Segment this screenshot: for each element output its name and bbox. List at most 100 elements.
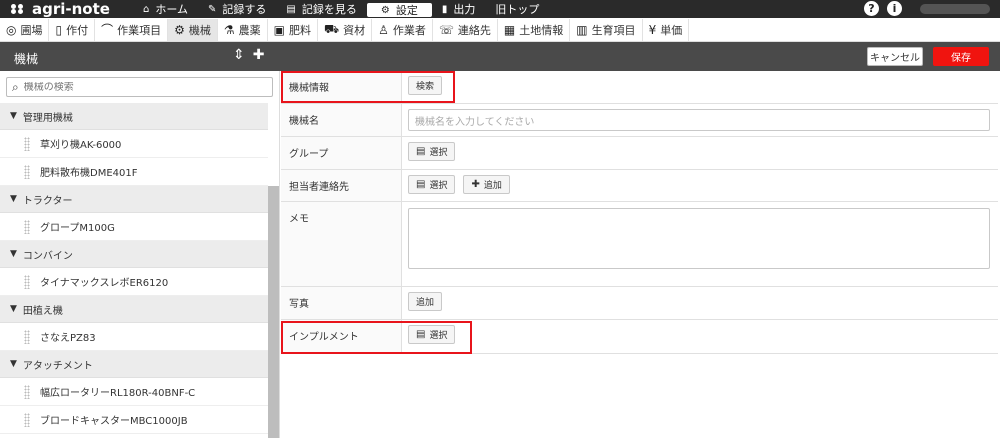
topnav-record[interactable]: ✎ 記録する <box>198 0 276 18</box>
user-menu[interactable] <box>920 3 990 14</box>
machine-sidebar: ⌕ ▼管理用機械 草刈り機AK-6000 肥料散布機DME401F ▼トラクター… <box>0 71 280 438</box>
drag-handle-icon[interactable] <box>24 274 30 289</box>
contact-icon: ☏ <box>438 22 454 37</box>
map-pin-icon: ◎ <box>6 22 17 37</box>
plus-icon: ✚ <box>471 179 480 190</box>
row-group: グループ ▤ 選択 <box>281 137 998 170</box>
row-machine-name: 機械名 機械名を入力してください <box>281 104 998 137</box>
drag-handle-icon[interactable] <box>24 329 30 344</box>
page-title: 機械 <box>14 52 39 66</box>
drag-handle-icon[interactable] <box>24 219 30 234</box>
topnav-output[interactable]: ▮ 出力 <box>432 0 486 18</box>
label-contact: 担当者連絡先 <box>281 170 402 201</box>
tree-group[interactable]: ▼ 田植え機 <box>0 296 268 323</box>
machine-name-field[interactable]: 機械名を入力してください <box>408 109 990 131</box>
machine-icon: ⚙ <box>174 22 185 37</box>
list-icon: ▤ <box>416 179 426 190</box>
highlight-implement <box>281 321 472 354</box>
subnav-growth-items[interactable]: ▥ 生育項目 <box>570 18 643 41</box>
logo-icon <box>10 3 26 15</box>
subnav-workers[interactable]: ♙ 作業者 <box>372 18 433 41</box>
document-icon: ▤ <box>286 3 296 15</box>
subnav-land-info[interactable]: ▦ 土地情報 <box>498 18 571 41</box>
reorder-icon[interactable]: ⇕ <box>233 47 245 63</box>
subnav-unit-price[interactable]: ¥ 単価 <box>643 18 690 41</box>
yen-icon: ¥ <box>648 22 657 37</box>
tree-group[interactable]: ▼ アタッチメント <box>0 351 268 378</box>
topnav-settings[interactable]: ⚙ 設定 <box>366 3 432 17</box>
list-icon: ▤ <box>416 146 426 157</box>
label-machine-name: 機械名 <box>281 104 402 136</box>
row-photo: 写真 追加 <box>281 287 998 320</box>
crop-icon: ▯ <box>55 22 63 37</box>
caret-down-icon: ▼ <box>10 194 17 204</box>
subnav-contacts[interactable]: ☏ 連絡先 <box>433 18 498 41</box>
top-bar: agri-note ⌂ ホーム ✎ 記録する ▤ 記録を見る ⚙ 設定 ▮ 出力 旧トップ… <box>0 0 1000 18</box>
subnav-work-items[interactable]: ⌒ 作業項目 <box>95 18 169 41</box>
caret-down-icon: ▼ <box>10 249 17 259</box>
group-select-button[interactable]: ▤ 選択 <box>408 142 456 161</box>
subnav-pesticide[interactable]: ⚗ 農薬 <box>218 18 268 41</box>
gear-icon: ⚙ <box>380 4 390 16</box>
pencil-icon: ✎ <box>208 3 217 15</box>
save-button[interactable]: 保存 <box>933 47 989 66</box>
help-icon[interactable]: ? <box>864 1 879 16</box>
growth-icon: ▥ <box>576 22 588 37</box>
info-icon[interactable]: i <box>887 1 902 16</box>
cancel-button[interactable]: キャンセル <box>867 47 923 66</box>
tree-item[interactable]: 幅広ロータリーRL180R-40BNF-C <box>0 378 268 406</box>
sidebar-scrollbar[interactable] <box>268 186 279 438</box>
settings-subnav: ◎ 圃場 ▯ 作付 ⌒ 作業項目 ⚙ 機械 ⚗ 農薬 ▣ 肥料 ⛟ 資材 ♙ 作業者 ☏ 連絡先 … <box>0 18 1000 42</box>
subnav-fertilizer[interactable]: ▣ 肥料 <box>268 18 318 41</box>
tree-group[interactable]: ▼ トラクター <box>0 186 268 213</box>
npk-icon: ▣ <box>273 22 285 37</box>
tree-group[interactable]: ▼ コンバイン <box>0 241 268 268</box>
topnav-view-records[interactable]: ▤ 記録を見る <box>276 0 366 18</box>
tree-item[interactable]: 肥料散布機DME401F <box>0 158 268 186</box>
label-photo: 写真 <box>281 287 402 319</box>
wheelbarrow-icon: ⛟ <box>323 21 340 36</box>
page-header: 機械 ⇕ ✚ キャンセル 保存 <box>0 42 1000 71</box>
flask-icon: ⚗ <box>223 22 235 37</box>
search-input[interactable] <box>23 81 254 93</box>
file-icon: ▮ <box>441 3 448 15</box>
house-icon: ⌂ <box>143 3 150 15</box>
photo-add-button[interactable]: 追加 <box>408 292 443 311</box>
drag-handle-icon[interactable] <box>24 164 30 179</box>
contact-select-button[interactable]: ▤ 選択 <box>408 175 456 194</box>
memo-textarea[interactable] <box>408 208 990 269</box>
sickle-icon: ⌒ <box>101 23 114 37</box>
tree-group[interactable]: ▼ 管理用機械 <box>0 103 268 130</box>
caret-down-icon: ▼ <box>10 304 17 314</box>
highlight-machine-info <box>281 71 455 103</box>
subnav-field[interactable]: ◎ 圃場 <box>0 18 50 41</box>
add-icon[interactable]: ✚ <box>253 47 265 63</box>
drag-handle-icon[interactable] <box>24 136 30 151</box>
subnav-machine[interactable]: ⚙ 機械 <box>168 18 218 41</box>
machine-search[interactable]: ⌕ <box>6 77 273 97</box>
drag-handle-icon[interactable] <box>24 412 30 427</box>
label-memo: メモ <box>281 202 402 286</box>
tree-item[interactable]: さなえPZ83 <box>0 323 268 351</box>
tree-item[interactable]: グロープM100G <box>0 213 268 241</box>
subnav-materials[interactable]: ⛟ 資材 <box>318 18 373 41</box>
topnav-home[interactable]: ⌂ ホーム <box>133 0 198 18</box>
caret-down-icon: ▼ <box>10 359 17 369</box>
worker-icon: ♙ <box>378 22 389 37</box>
logo-text: agri-note <box>32 0 110 18</box>
contact-add-button[interactable]: ✚ 追加 <box>463 175 510 194</box>
caret-down-icon: ▼ <box>10 111 17 121</box>
app-logo[interactable]: agri-note <box>10 0 110 18</box>
drag-handle-icon[interactable] <box>24 384 30 399</box>
machine-tree: ▼ 管理用機械 草刈り機AK-6000 肥料散布機DME401F ▼ トラクター グ… <box>0 103 268 434</box>
topnav-old-top[interactable]: 旧トップ <box>485 0 549 18</box>
search-icon: ⌕ <box>12 79 19 94</box>
tree-item[interactable]: ブロードキャスターMBC1000JB <box>0 406 268 434</box>
tree-item[interactable]: タイナマックスレボER6120 <box>0 268 268 296</box>
subnav-crop[interactable]: ▯ 作付 <box>49 18 96 41</box>
tree-item[interactable]: 草刈り機AK-6000 <box>0 130 268 158</box>
row-memo: メモ <box>281 202 998 287</box>
top-nav: ⌂ ホーム ✎ 記録する ▤ 記録を見る ⚙ 設定 ▮ 出力 旧トップ <box>133 0 549 18</box>
machine-form: 機械情報 検索 機械名 機械名を入力してください グループ ▤ 選択 担当者連絡先… <box>281 71 998 354</box>
land-icon: ▦ <box>503 22 516 37</box>
